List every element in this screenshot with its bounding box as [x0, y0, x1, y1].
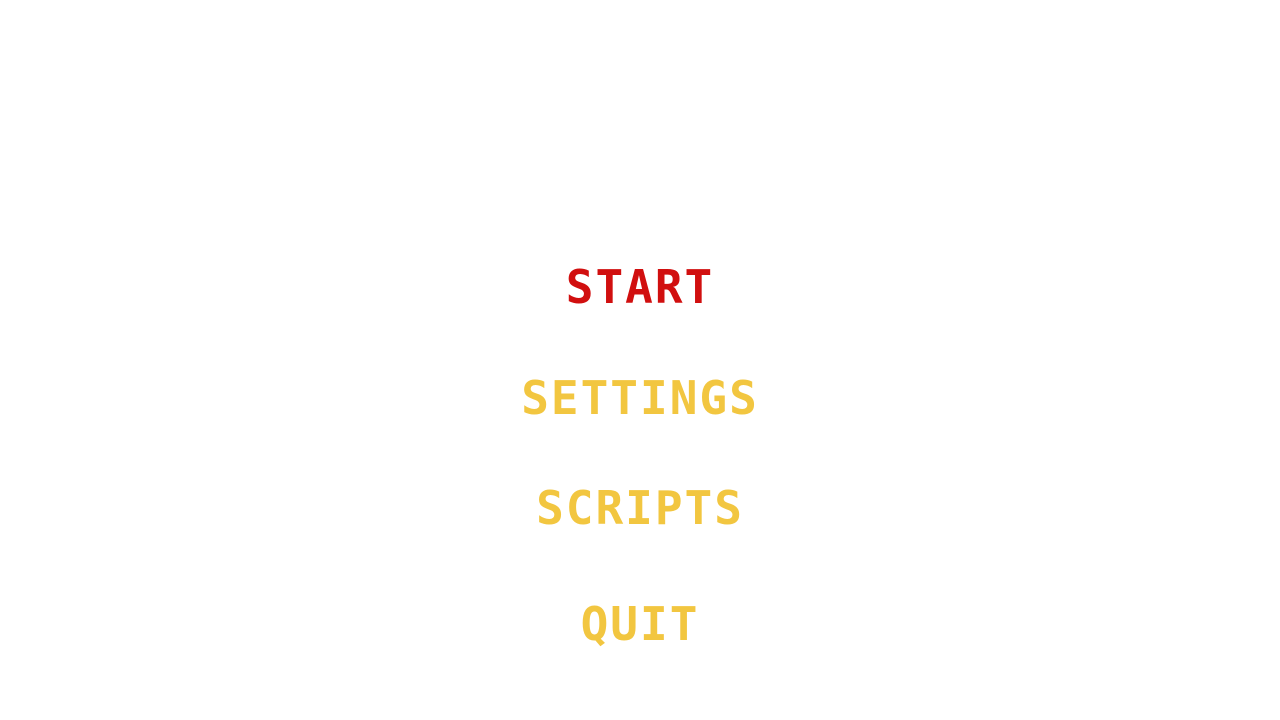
menu-item-label: QUIT [580, 597, 700, 651]
game-screen: START SETTINGS SCRIPTS QUIT [0, 0, 1280, 720]
menu-item-label: SETTINGS [521, 371, 759, 425]
menu-item-label: SCRIPTS [536, 481, 744, 535]
menu-item-start[interactable]: START [0, 259, 1280, 315]
menu-item-quit[interactable]: QUIT [0, 596, 1280, 652]
menu-item-settings[interactable]: SETTINGS [0, 370, 1280, 426]
main-menu: START SETTINGS SCRIPTS QUIT [0, 0, 1280, 720]
menu-item-label: START [565, 260, 715, 314]
menu-item-scripts[interactable]: SCRIPTS [0, 480, 1280, 536]
